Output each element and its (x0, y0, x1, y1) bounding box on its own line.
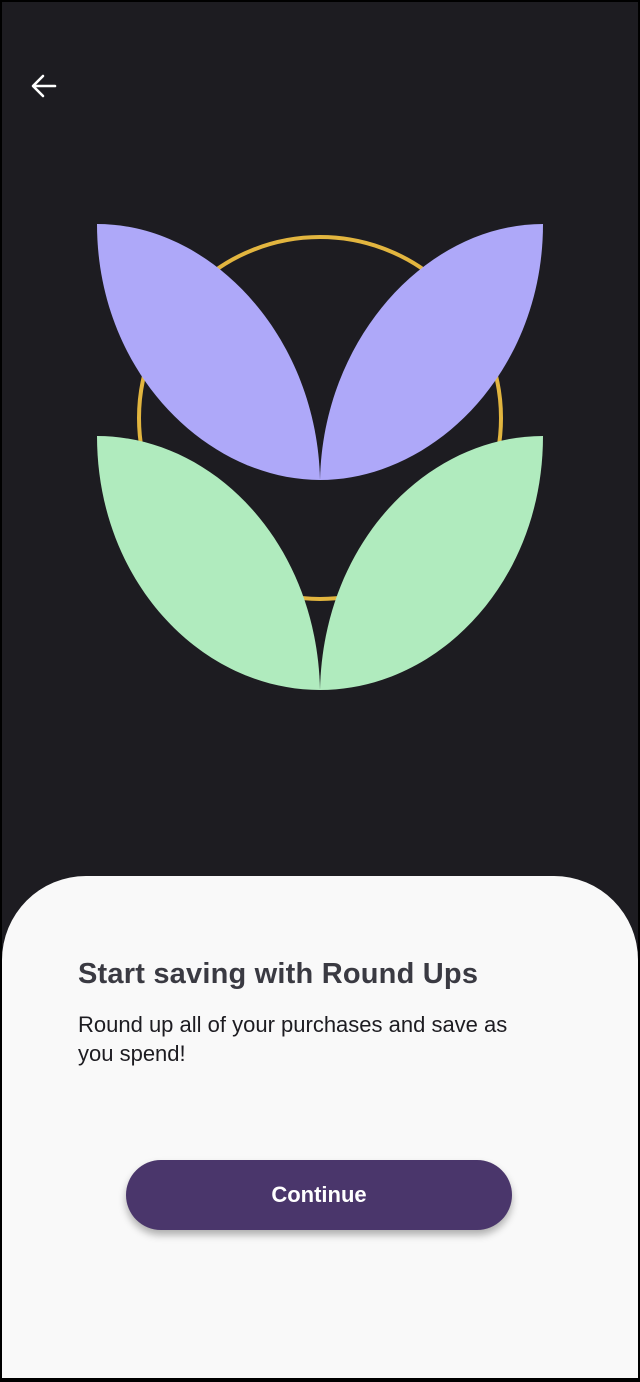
continue-button[interactable]: Continue (126, 1160, 512, 1230)
round-ups-onboarding-screen: Start saving with Round Ups Round up all… (2, 2, 638, 1378)
tulip-illustration (97, 224, 543, 690)
bottom-sheet: Start saving with Round Ups Round up all… (2, 876, 638, 1378)
sheet-subtitle: Round up all of your purchases and save … (78, 1012, 508, 1066)
sheet-title: Start saving with Round Ups (78, 958, 479, 990)
